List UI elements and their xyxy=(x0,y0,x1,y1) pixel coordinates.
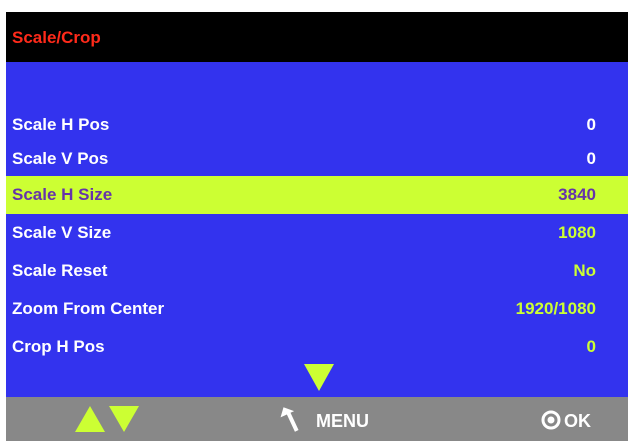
menu-item-scale-h-size[interactable]: Scale H Size 3840 xyxy=(6,176,628,214)
menu-item-label: Crop H Pos xyxy=(12,337,105,356)
menu-item-zoom-from-center[interactable]: Zoom From Center 1920/1080 xyxy=(6,290,628,328)
up-arrow-icon[interactable] xyxy=(75,406,105,432)
menu-item-value: 0 xyxy=(586,149,596,168)
menu-item-value: 0 xyxy=(586,337,596,356)
ok-button-icon xyxy=(541,410,561,430)
menu-item-crop-h-pos[interactable]: Crop H Pos 0 xyxy=(6,328,628,366)
menu-item-label: Scale V Pos xyxy=(12,149,109,168)
menu-item-value: 1920/1080 xyxy=(515,299,596,318)
menu-item-label: Scale Reset xyxy=(12,261,108,280)
menu-item-scale-h-pos[interactable]: Scale H Pos 0 xyxy=(6,106,628,144)
menu-title: Scale/Crop xyxy=(12,28,101,47)
menu-item-label: Scale V Size xyxy=(12,223,112,242)
scroll-down-icon xyxy=(304,364,334,391)
back-arrow-icon xyxy=(280,407,299,432)
osd-screen: Scale/Crop Scale H Pos 0 Scale V Pos 0 S… xyxy=(6,12,628,441)
menu-item-value: 1080 xyxy=(558,223,596,242)
footer-bar: MENU OK xyxy=(6,397,628,441)
ok-label: OK xyxy=(564,411,591,431)
menu-item-label: Zoom From Center xyxy=(12,299,165,318)
menu-item-value: No xyxy=(573,261,596,280)
menu-item-value: 3840 xyxy=(558,185,596,204)
menu-label: MENU xyxy=(316,411,369,431)
menu-item-label: Scale H Pos xyxy=(12,115,110,134)
menu-item-scale-v-pos[interactable]: Scale V Pos 0 xyxy=(6,140,628,178)
down-arrow-icon[interactable] xyxy=(109,406,139,432)
menu-item-value: 0 xyxy=(586,115,596,134)
menu-item-label: Scale H Size xyxy=(12,185,113,204)
menu-item-scale-v-size[interactable]: Scale V Size 1080 xyxy=(6,214,628,252)
menu-item-scale-reset[interactable]: Scale Reset No xyxy=(6,252,628,290)
title-bar: Scale/Crop xyxy=(6,12,628,62)
